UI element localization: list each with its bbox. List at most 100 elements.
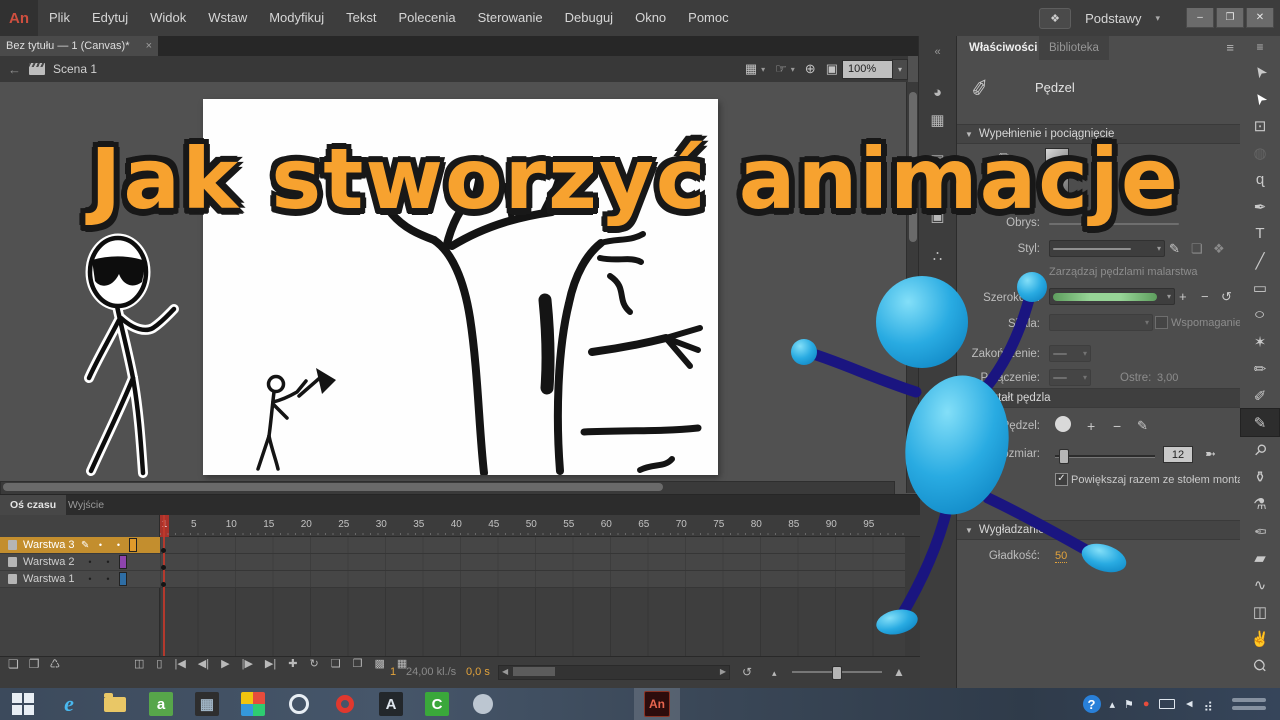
onion-outline-button[interactable]: ❒ bbox=[353, 657, 363, 670]
battery-icon[interactable] bbox=[1159, 699, 1175, 709]
size-slider-knob[interactable] bbox=[1059, 449, 1069, 464]
minimize-button[interactable]: – bbox=[1186, 8, 1214, 28]
tab-library[interactable]: Biblioteka bbox=[1039, 36, 1109, 60]
speaker-icon[interactable]: ▲ bbox=[1183, 699, 1195, 710]
notification-dot-icon[interactable]: ● bbox=[1143, 698, 1150, 710]
edit-symbols-icon[interactable]: ☞ bbox=[775, 61, 787, 77]
zoom-level-input[interactable]: 100% bbox=[842, 60, 893, 79]
step-back-button[interactable]: ◀| bbox=[198, 657, 209, 670]
selection-tool[interactable]: ➤ bbox=[1241, 58, 1279, 85]
start-button[interactable] bbox=[0, 688, 46, 720]
frame-size-knob[interactable] bbox=[832, 666, 842, 680]
miter-value[interactable]: 3,00 bbox=[1157, 372, 1178, 384]
pin-size-icon[interactable]: ➼ bbox=[1205, 446, 1216, 462]
layer-name[interactable]: Warstwa 2 bbox=[23, 556, 81, 568]
smoothness-value[interactable]: 50 bbox=[1055, 550, 1067, 563]
scene-name[interactable]: Scena 1 bbox=[53, 62, 97, 76]
brush-preview[interactable] bbox=[1055, 416, 1071, 432]
play-button[interactable]: ▶ bbox=[221, 657, 229, 670]
layer-color-chip[interactable] bbox=[119, 555, 127, 569]
scroll-left-icon[interactable]: ◀ bbox=[502, 667, 508, 677]
help-tray-icon[interactable]: ? bbox=[1083, 695, 1101, 713]
h-scroll-thumb[interactable] bbox=[3, 483, 663, 491]
copy-style-icon[interactable]: ❏ bbox=[1191, 241, 1203, 257]
section-brush-shape[interactable]: ▼ Kształt pędzla bbox=[957, 388, 1240, 408]
app-light-taskbar-button[interactable] bbox=[460, 688, 506, 720]
go-last-frame-button[interactable]: ▶| bbox=[265, 657, 276, 670]
remove-width-profile-icon[interactable]: − bbox=[1201, 289, 1209, 304]
close-button[interactable]: ✕ bbox=[1246, 8, 1274, 28]
clock[interactable] bbox=[1232, 698, 1266, 710]
swatches-panel-button[interactable]: ▦ bbox=[924, 108, 952, 132]
frame-grid[interactable] bbox=[160, 537, 905, 656]
layer-depth-button[interactable]: ▯ bbox=[156, 657, 162, 670]
go-first-frame-button[interactable]: |◀ bbox=[174, 657, 185, 670]
caret-down-icon[interactable]: ▾ bbox=[761, 65, 765, 74]
paint-brush-tool[interactable]: ✐ bbox=[1241, 382, 1279, 409]
tools-panel-menu-icon[interactable]: ≡ bbox=[1256, 36, 1263, 58]
hp-taskbar-button[interactable] bbox=[276, 688, 322, 720]
join-dropdown[interactable]: ▾ bbox=[1049, 369, 1091, 386]
menu-item[interactable]: Plik bbox=[38, 0, 81, 36]
rectangle-tool[interactable]: ▭ bbox=[1241, 274, 1279, 301]
keyframe-dot[interactable] bbox=[161, 548, 166, 553]
network-icon[interactable]: ⣴ bbox=[1203, 696, 1213, 712]
center-stage-icon[interactable]: ⊕ bbox=[805, 61, 816, 77]
tray-expand-icon[interactable]: ▴ bbox=[1110, 698, 1116, 711]
add-camera-button[interactable]: ◫ bbox=[134, 657, 144, 670]
animate-taskbar-button[interactable]: An bbox=[634, 688, 680, 720]
paste-style-icon[interactable]: ❖ bbox=[1213, 241, 1225, 257]
action-center-icon[interactable]: ⚑ bbox=[1124, 698, 1134, 711]
workspace-switcher-icon[interactable]: ❖ bbox=[1039, 8, 1071, 29]
layer-name[interactable]: Warstwa 3 bbox=[23, 539, 81, 551]
zoom-tool[interactable]: Ϙ bbox=[1241, 652, 1279, 679]
restore-button[interactable]: ❐ bbox=[1216, 8, 1244, 28]
code-snippets-panel-button[interactable]: ∴ bbox=[924, 244, 952, 268]
access-taskbar-button[interactable]: a bbox=[138, 688, 184, 720]
layer-row[interactable]: Warstwa 1 ✎ • • bbox=[0, 571, 160, 588]
center-frame-button[interactable]: ✚ bbox=[288, 657, 297, 670]
tab-timeline[interactable]: Oś czasu bbox=[0, 495, 66, 515]
explorer-taskbar-button[interactable] bbox=[92, 688, 138, 720]
layer-lock-dot[interactable]: • bbox=[109, 540, 127, 550]
opera-taskbar-button[interactable] bbox=[322, 688, 368, 720]
keyframe-dot[interactable] bbox=[161, 582, 166, 587]
edit-brush-icon[interactable]: ✎ bbox=[1137, 418, 1148, 434]
timeline-scroll-thumb[interactable] bbox=[513, 667, 555, 676]
menu-item[interactable]: Widok bbox=[139, 0, 197, 36]
store-taskbar-button[interactable] bbox=[230, 688, 276, 720]
eraser-tool[interactable]: ▰ bbox=[1241, 544, 1279, 571]
menu-item[interactable]: Okno bbox=[624, 0, 677, 36]
polystar-tool[interactable]: ✶ bbox=[1241, 328, 1279, 355]
subselection-tool[interactable]: ➤ bbox=[1241, 85, 1279, 112]
frame-size-large-icon[interactable]: ▲ bbox=[893, 665, 905, 679]
loop-button[interactable]: ↻ bbox=[309, 657, 318, 670]
oval-tool[interactable]: ○ bbox=[1241, 301, 1279, 328]
clip-content-icon[interactable]: ▣ bbox=[826, 61, 838, 77]
timeline-scrollbar[interactable]: ◀ ▶ bbox=[498, 665, 730, 680]
size-slider[interactable] bbox=[1055, 455, 1155, 458]
camera-tool[interactable]: ◫ bbox=[1241, 598, 1279, 625]
layer-visibility-dot[interactable]: • bbox=[91, 540, 109, 550]
zoom-with-stage-checkbox[interactable]: ✓ bbox=[1055, 473, 1068, 486]
bone-tool[interactable]: ⚲ bbox=[1241, 436, 1279, 463]
add-brush-icon[interactable]: + bbox=[1087, 418, 1095, 434]
cc-libraries-panel-button[interactable]: ☁ bbox=[924, 284, 952, 308]
layer-color-chip[interactable] bbox=[129, 538, 137, 552]
paint-bucket-tool[interactable]: ⚱ bbox=[1241, 463, 1279, 490]
panel-menu-icon[interactable]: ≡ bbox=[1226, 40, 1234, 55]
layer-name[interactable]: Warstwa 1 bbox=[23, 573, 81, 585]
menu-item[interactable]: Wstaw bbox=[197, 0, 258, 36]
edit-stroke-style-icon[interactable]: ✎ bbox=[1169, 241, 1180, 257]
expand-dock-button[interactable]: « bbox=[924, 40, 952, 64]
menu-item[interactable]: Pomoc bbox=[677, 0, 739, 36]
scroll-right-icon[interactable]: ▶ bbox=[720, 667, 726, 677]
app-a-taskbar-button[interactable]: A bbox=[368, 688, 414, 720]
style-dropdown[interactable]: ▾ bbox=[1049, 240, 1165, 257]
brush-tool[interactable]: ✎ bbox=[1241, 409, 1279, 436]
menu-item[interactable]: Sterowanie bbox=[467, 0, 554, 36]
fps-status[interactable]: 24,00 kl./s bbox=[406, 666, 456, 678]
hand-tool[interactable]: ✌ bbox=[1241, 625, 1279, 652]
ie-taskbar-button[interactable]: e bbox=[46, 688, 92, 720]
layer-lock-dot[interactable]: • bbox=[99, 557, 117, 567]
